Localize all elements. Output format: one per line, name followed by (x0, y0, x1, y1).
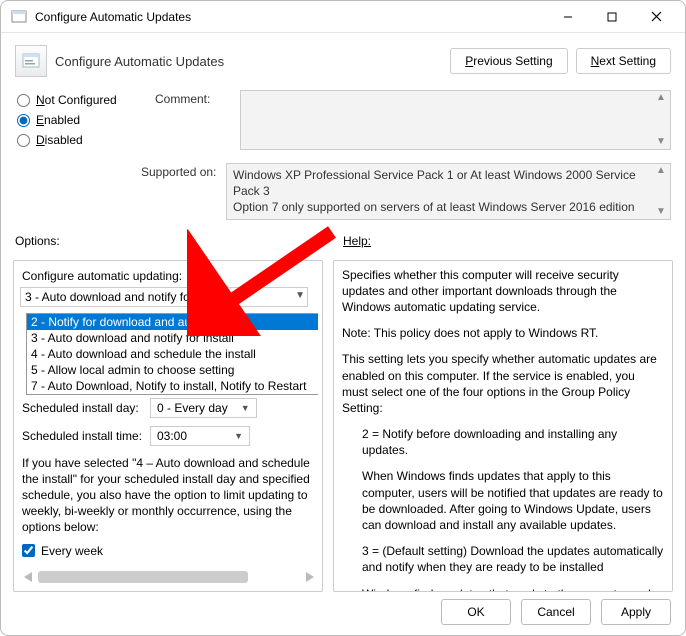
apply-button[interactable]: Apply (601, 599, 671, 625)
radio-disabled[interactable]: Disabled (15, 130, 155, 150)
supported-text: Windows XP Professional Service Pack 1 o… (226, 163, 671, 220)
install-time-label: Scheduled install time: (22, 429, 150, 443)
close-button[interactable] (635, 4, 677, 30)
supported-scrollbar[interactable]: ▲▼ (652, 164, 670, 219)
help-panel: Specifies whether this computer will rec… (333, 260, 673, 592)
radio-enabled[interactable]: Enabled (15, 110, 155, 130)
scroll-up-icon[interactable]: ▲ (656, 93, 666, 103)
comment-textbox[interactable]: ▲▼ (240, 90, 671, 150)
every-week-checkbox[interactable]: Every week (20, 538, 318, 562)
supported-row: Supported on: Windows XP Professional Se… (1, 153, 685, 230)
install-time-combo[interactable]: 03:00▼ (150, 426, 250, 446)
header: Configure Automatic Updates Previous Set… (1, 33, 685, 87)
options-paragraph: If you have selected "4 – Auto download … (20, 449, 318, 538)
configure-dropdown-list[interactable]: 2 - Notify for download and auto install… (26, 313, 318, 395)
radio-not-configured[interactable]: Not Configured (15, 90, 155, 110)
dropdown-item[interactable]: 7 - Auto Download, Notify to install, No… (27, 378, 318, 394)
help-text: 2 = Notify before downloading and instal… (342, 426, 664, 458)
app-icon (11, 9, 27, 25)
titlebar: Configure Automatic Updates (1, 1, 685, 33)
scroll-down-icon[interactable]: ▼ (656, 207, 666, 217)
chevron-down-icon: ▼ (234, 431, 243, 441)
help-text: When Windows finds updates that apply to… (342, 468, 664, 533)
minimize-button[interactable] (547, 4, 589, 30)
install-day-label: Scheduled install day: (22, 401, 150, 415)
cancel-button[interactable]: Cancel (521, 599, 591, 625)
scroll-thumb[interactable] (38, 571, 248, 583)
dropdown-item[interactable]: 3 - Auto download and notify for install (27, 330, 318, 346)
help-text: Note: This policy does not apply to Wind… (342, 325, 664, 341)
previous-setting-button[interactable]: Previous Setting (450, 48, 567, 74)
scroll-down-icon[interactable]: ▼ (656, 137, 666, 147)
install-day-row: Scheduled install day: 0 - Every day▼ (20, 395, 318, 421)
help-text: 3 = (Default setting) Download the updat… (342, 543, 664, 575)
window-title: Configure Automatic Updates (35, 10, 545, 24)
config-row: Not Configured document.querySelector('[… (1, 87, 685, 153)
dropdown-item[interactable]: 5 - Allow local admin to choose setting (27, 362, 318, 378)
help-label: Help: (343, 234, 671, 248)
dropdown-item[interactable]: 4 - Auto download and schedule the insta… (27, 346, 318, 362)
dropdown-item[interactable]: 2 - Notify for download and auto install (27, 314, 318, 330)
dialog-buttons: OK Cancel Apply (441, 599, 671, 625)
help-text: Specifies whether this computer will rec… (342, 267, 664, 316)
header-title: Configure Automatic Updates (55, 54, 442, 69)
configure-label: Configure automatic updating: (20, 267, 318, 285)
comment-label: Comment: (155, 90, 240, 150)
chevron-down-icon: ▼ (241, 403, 250, 413)
maximize-button[interactable] (591, 4, 633, 30)
chevron-down-icon: ▼ (295, 290, 305, 301)
panels: Configure automatic updating: 3 - Auto d… (1, 252, 685, 592)
help-text: This setting lets you specify whether au… (342, 351, 664, 416)
help-text: Windows finds updates that apply to the … (342, 586, 664, 592)
install-time-row: Scheduled install time: 03:00▼ (20, 423, 318, 449)
scroll-up-icon[interactable]: ▲ (656, 166, 666, 176)
install-day-combo[interactable]: 0 - Every day▼ (150, 398, 257, 418)
radio-group: Not Configured document.querySelector('[… (15, 90, 155, 150)
next-setting-button[interactable]: Next Setting (576, 48, 671, 74)
configure-combo[interactable]: 3 - Auto download and notify for install… (20, 287, 308, 307)
options-label: Options: (15, 234, 343, 248)
supported-label: Supported on: (141, 163, 226, 220)
comment-scrollbar[interactable]: ▲▼ (652, 91, 670, 149)
options-panel: Configure automatic updating: 3 - Auto d… (13, 260, 323, 592)
options-hscrollbar[interactable] (38, 571, 300, 583)
policy-icon (15, 45, 47, 77)
section-labels: Options: Help: (1, 230, 685, 252)
ok-button[interactable]: OK (441, 599, 511, 625)
